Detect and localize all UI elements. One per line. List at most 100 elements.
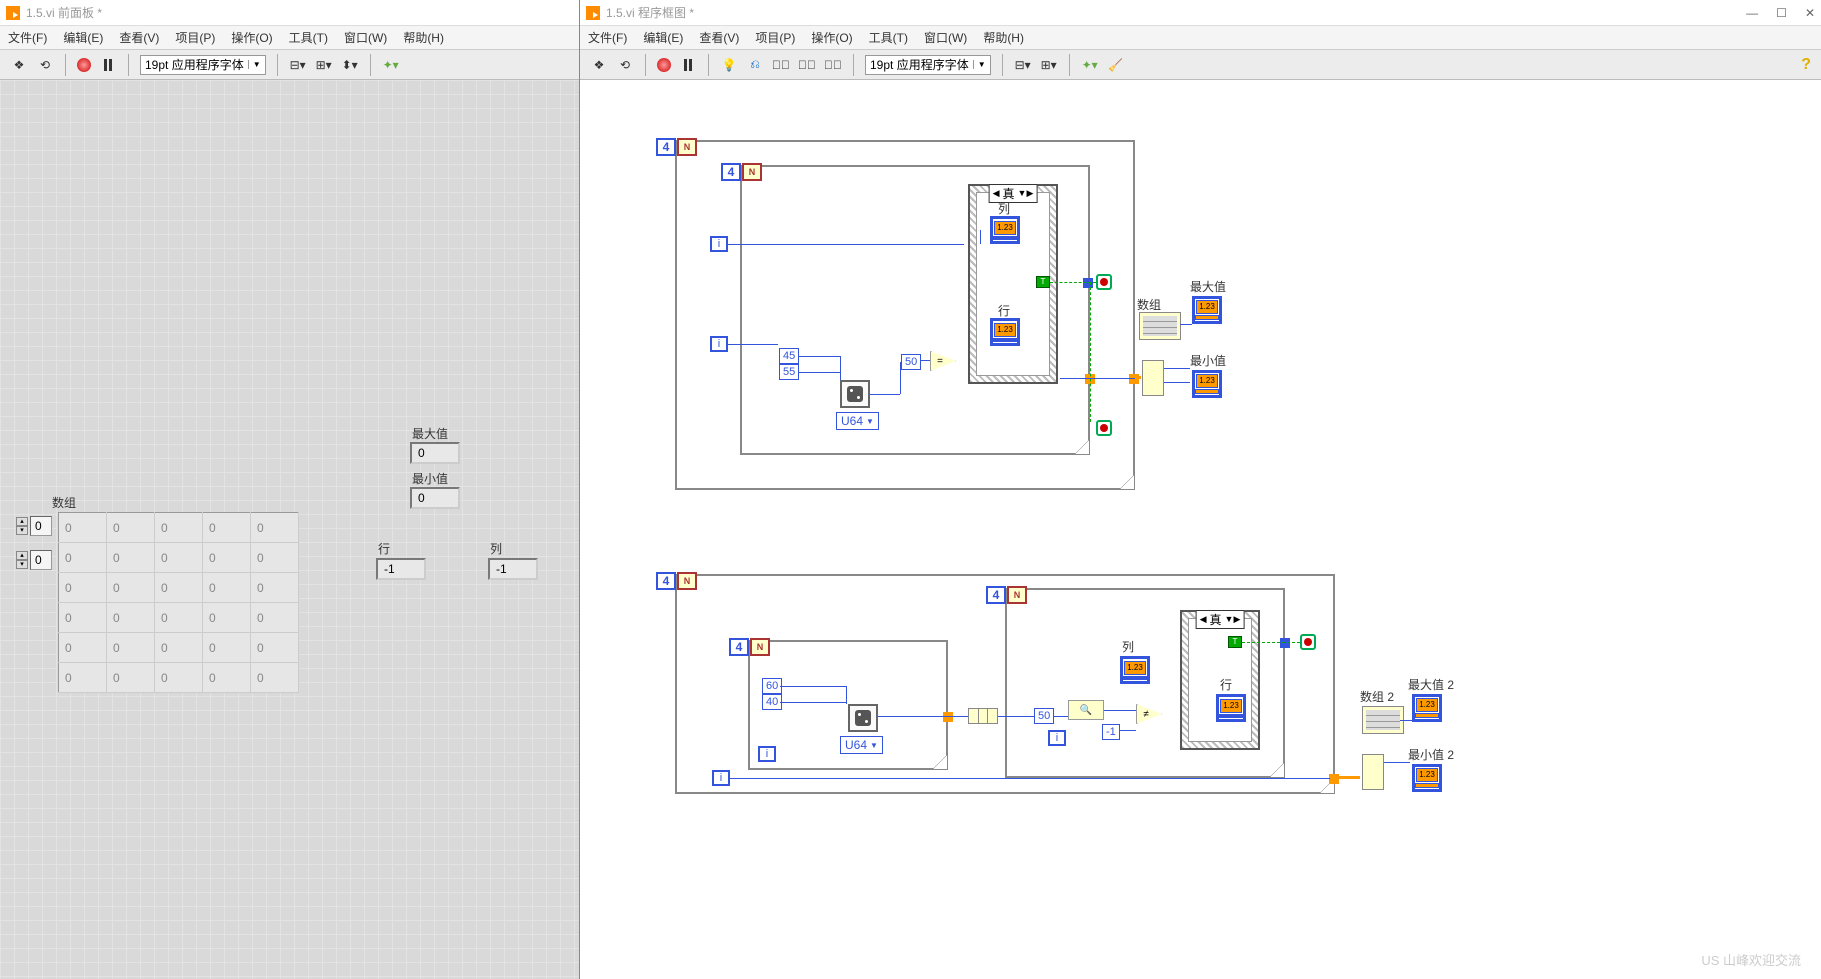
menu-edit[interactable]: 编辑(E) — [63, 29, 103, 46]
col-terminal[interactable]: 1.23 — [990, 216, 1020, 244]
retain-wire-button[interactable]: ⎌ — [746, 56, 764, 74]
outer-N-2[interactable]: 4 — [656, 572, 676, 590]
menu-tools[interactable]: 工具(T) — [289, 29, 328, 46]
stop-led-icon[interactable] — [1096, 420, 1112, 436]
menu-view[interactable]: 查看(V) — [699, 29, 739, 46]
menu-view[interactable]: 查看(V) — [119, 29, 159, 46]
const-neg1[interactable]: -1 — [1102, 724, 1120, 740]
build-array-icon[interactable] — [1139, 312, 1181, 340]
close-button[interactable]: ✕ — [1805, 6, 1815, 20]
const-50[interactable]: 50 — [901, 354, 921, 370]
const-55[interactable]: 55 — [779, 364, 799, 380]
array-cell: 0 — [107, 513, 155, 543]
search-1d-icon[interactable]: 🔍 — [1068, 700, 1104, 720]
menu-project[interactable]: 项目(P) — [175, 29, 215, 46]
array-label: 数组 — [1137, 296, 1161, 313]
row-terminal[interactable]: 1.23 — [990, 318, 1020, 346]
abort-button[interactable] — [77, 58, 91, 72]
font-selector[interactable]: 19pt 应用程序字体▼ — [865, 55, 991, 75]
outer-N[interactable]: 4 — [656, 138, 676, 156]
abort-button[interactable] — [657, 58, 671, 72]
run-cont-button[interactable]: ⟲ — [36, 56, 54, 74]
minimize-button[interactable]: — — [1746, 6, 1758, 20]
stop-led-icon[interactable] — [1096, 274, 1112, 290]
spin-icon[interactable]: ▴▾ — [16, 551, 28, 569]
min-terminal[interactable]: 1.23 — [1192, 370, 1222, 398]
pause-button[interactable] — [99, 56, 117, 74]
array-cell: 0 — [155, 603, 203, 633]
align-button[interactable]: ⊟▾ — [289, 56, 307, 74]
const-50-2[interactable]: 50 — [1034, 708, 1054, 724]
col-indicator: -1 — [488, 558, 538, 580]
stop-led-icon[interactable] — [1300, 634, 1316, 650]
col-terminal-2[interactable]: 1.23 — [1120, 656, 1150, 684]
true-const-2[interactable]: T — [1228, 636, 1242, 648]
menu-file[interactable]: 文件(F) — [8, 29, 47, 46]
array-cell: 0 — [203, 513, 251, 543]
fp-canvas[interactable]: 数组 ▴▾ 0 ▴▾ 0 000000000000000000000000000… — [0, 80, 579, 979]
N-terminal-icon: N — [750, 638, 770, 656]
pause-button[interactable] — [679, 56, 697, 74]
step-into-button[interactable]: ↘⃞ — [772, 56, 790, 74]
menu-operate[interactable]: 操作(O) — [231, 29, 272, 46]
min-indicator: 0 — [410, 487, 460, 509]
case-selector[interactable]: ◀真▼▶ — [1196, 610, 1245, 629]
min2-terminal[interactable]: 1.23 — [1412, 764, 1442, 792]
menu-window[interactable]: 窗口(W) — [924, 29, 967, 46]
array-cell: 0 — [155, 663, 203, 693]
build-array-icon[interactable] — [1362, 706, 1404, 734]
maximize-button[interactable]: ☐ — [1776, 6, 1787, 20]
array-cell: 0 — [251, 573, 299, 603]
cleanup-button[interactable]: 🧹 — [1107, 56, 1125, 74]
array-col-index[interactable]: ▴▾ 0 — [16, 550, 52, 570]
array-cell: 0 — [203, 573, 251, 603]
inner-N-2a[interactable]: 4 — [729, 638, 749, 656]
row-terminal-2[interactable]: 1.23 — [1216, 694, 1246, 722]
distribute-button[interactable]: ⊞▾ — [1040, 56, 1058, 74]
run-cont-button[interactable]: ⟲ — [616, 56, 634, 74]
reorder-button[interactable]: ✦▾ — [1081, 56, 1099, 74]
minmax-fn-icon[interactable] — [1362, 754, 1384, 790]
context-help-button[interactable]: ? — [1801, 56, 1811, 74]
const-45[interactable]: 45 — [779, 348, 799, 364]
menu-help[interactable]: 帮助(H) — [983, 29, 1024, 46]
array-cell: 0 — [59, 513, 107, 543]
reorder-button[interactable]: ✦▾ — [382, 56, 400, 74]
menu-help[interactable]: 帮助(H) — [403, 29, 444, 46]
random-icon[interactable] — [848, 704, 878, 732]
step-over-button[interactable]: ↷⃞ — [798, 56, 816, 74]
menu-operate[interactable]: 操作(O) — [811, 29, 852, 46]
menu-tools[interactable]: 工具(T) — [869, 29, 908, 46]
step-out-button[interactable]: ↗⃞ — [824, 56, 842, 74]
bd-canvas[interactable]: 4 N 4 N i i 45 55 U64▼ 50 = ◀真▼▶ 列 1.23 … — [580, 80, 1821, 979]
resize-button[interactable]: ⬍▾ — [341, 56, 359, 74]
menu-edit[interactable]: 编辑(E) — [643, 29, 683, 46]
random-icon[interactable] — [840, 380, 870, 408]
font-selector[interactable]: 19pt 应用程序字体▼ — [140, 55, 266, 75]
minmax-fn-icon[interactable] — [1142, 360, 1164, 396]
u64-selector[interactable]: U64▼ — [840, 736, 883, 754]
array-row-index[interactable]: ▴▾ 0 — [16, 516, 52, 536]
i-2a: i — [758, 746, 776, 762]
highlight-exec-button[interactable]: 💡 — [720, 56, 738, 74]
align-button[interactable]: ⊟▾ — [1014, 56, 1032, 74]
max-terminal[interactable]: 1.23 — [1192, 296, 1222, 324]
array-indicator[interactable]: 000000000000000000000000000000 — [58, 512, 299, 693]
case-selector[interactable]: ◀真▼▶ — [989, 184, 1038, 203]
row-indicator: -1 — [376, 558, 426, 580]
spin-icon[interactable]: ▴▾ — [16, 517, 28, 535]
menu-window[interactable]: 窗口(W) — [344, 29, 387, 46]
run-button[interactable]: ❖ — [590, 56, 608, 74]
inner-N[interactable]: 4 — [721, 163, 741, 181]
outer-i: i — [710, 236, 728, 252]
menu-project[interactable]: 项目(P) — [755, 29, 795, 46]
true-const[interactable]: T — [1036, 276, 1050, 288]
inner-N-2b[interactable]: 4 — [986, 586, 1006, 604]
menu-file[interactable]: 文件(F) — [588, 29, 627, 46]
tunnel — [1280, 638, 1290, 648]
run-button[interactable]: ❖ — [10, 56, 28, 74]
distribute-button[interactable]: ⊞▾ — [315, 56, 333, 74]
index-array-icon[interactable] — [968, 708, 998, 724]
max2-terminal[interactable]: 1.23 — [1412, 694, 1442, 722]
u64-selector[interactable]: U64▼ — [836, 412, 879, 430]
